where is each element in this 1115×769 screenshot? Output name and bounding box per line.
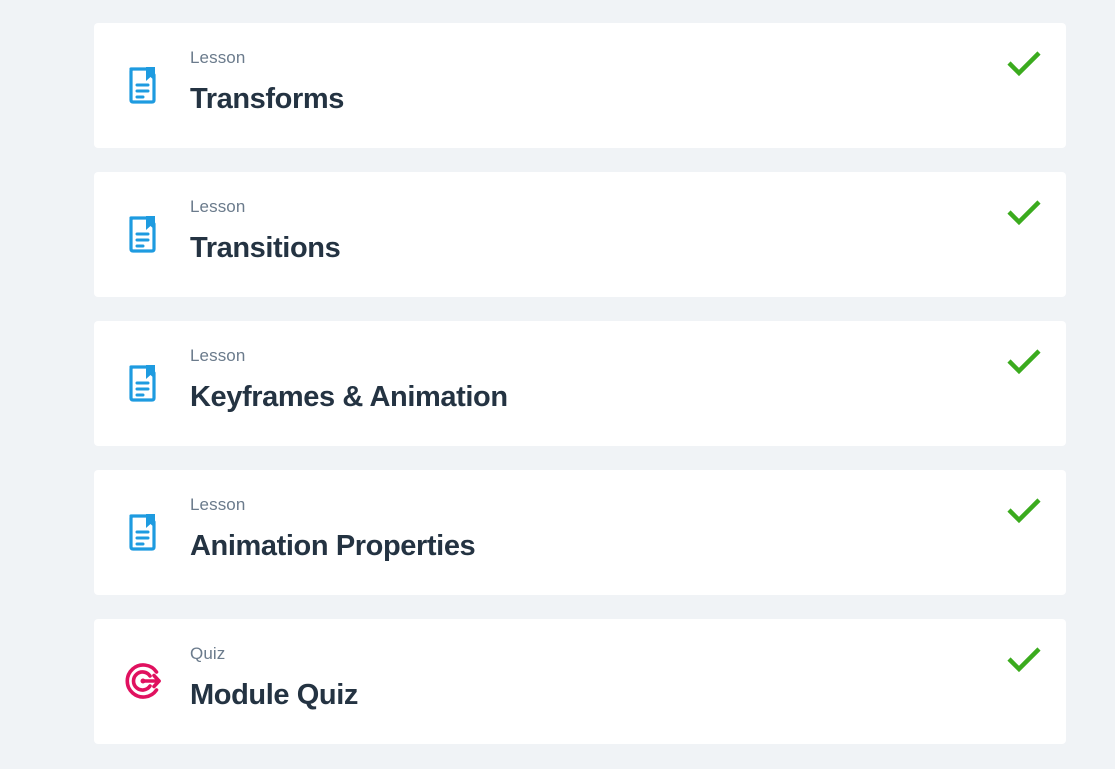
completed-check-icon [1006,198,1042,228]
item-title[interactable]: Module Quiz [190,679,358,712]
lesson-document-icon [123,363,163,403]
item-type-label: Lesson [190,495,246,514]
lesson-document-icon [123,65,163,105]
item-type-label: Lesson [190,48,246,67]
completed-check-icon [1006,347,1042,377]
item-type-label: Quiz [190,644,226,663]
module-item-module-quiz[interactable]: Quiz Module Quiz [94,619,1066,744]
module-item-animation-properties[interactable]: Lesson Animation Properties [94,470,1066,595]
item-type-label: Lesson [190,197,246,216]
lesson-document-icon [123,214,163,254]
item-title[interactable]: Transitions [190,232,341,265]
item-title[interactable]: Transforms [190,83,344,116]
completed-check-icon [1006,49,1042,79]
item-type-label: Lesson [190,346,246,365]
module-item-list: Lesson Transforms Lesson Transitions Les… [94,23,1066,744]
item-title[interactable]: Animation Properties [190,530,476,563]
completed-check-icon [1006,645,1042,675]
module-item-keyframes-animation[interactable]: Lesson Keyframes & Animation [94,321,1066,446]
quiz-target-icon [123,661,163,701]
lesson-document-icon [123,512,163,552]
item-title[interactable]: Keyframes & Animation [190,381,508,414]
module-item-transitions[interactable]: Lesson Transitions [94,172,1066,297]
completed-check-icon [1006,496,1042,526]
module-item-transforms[interactable]: Lesson Transforms [94,23,1066,148]
